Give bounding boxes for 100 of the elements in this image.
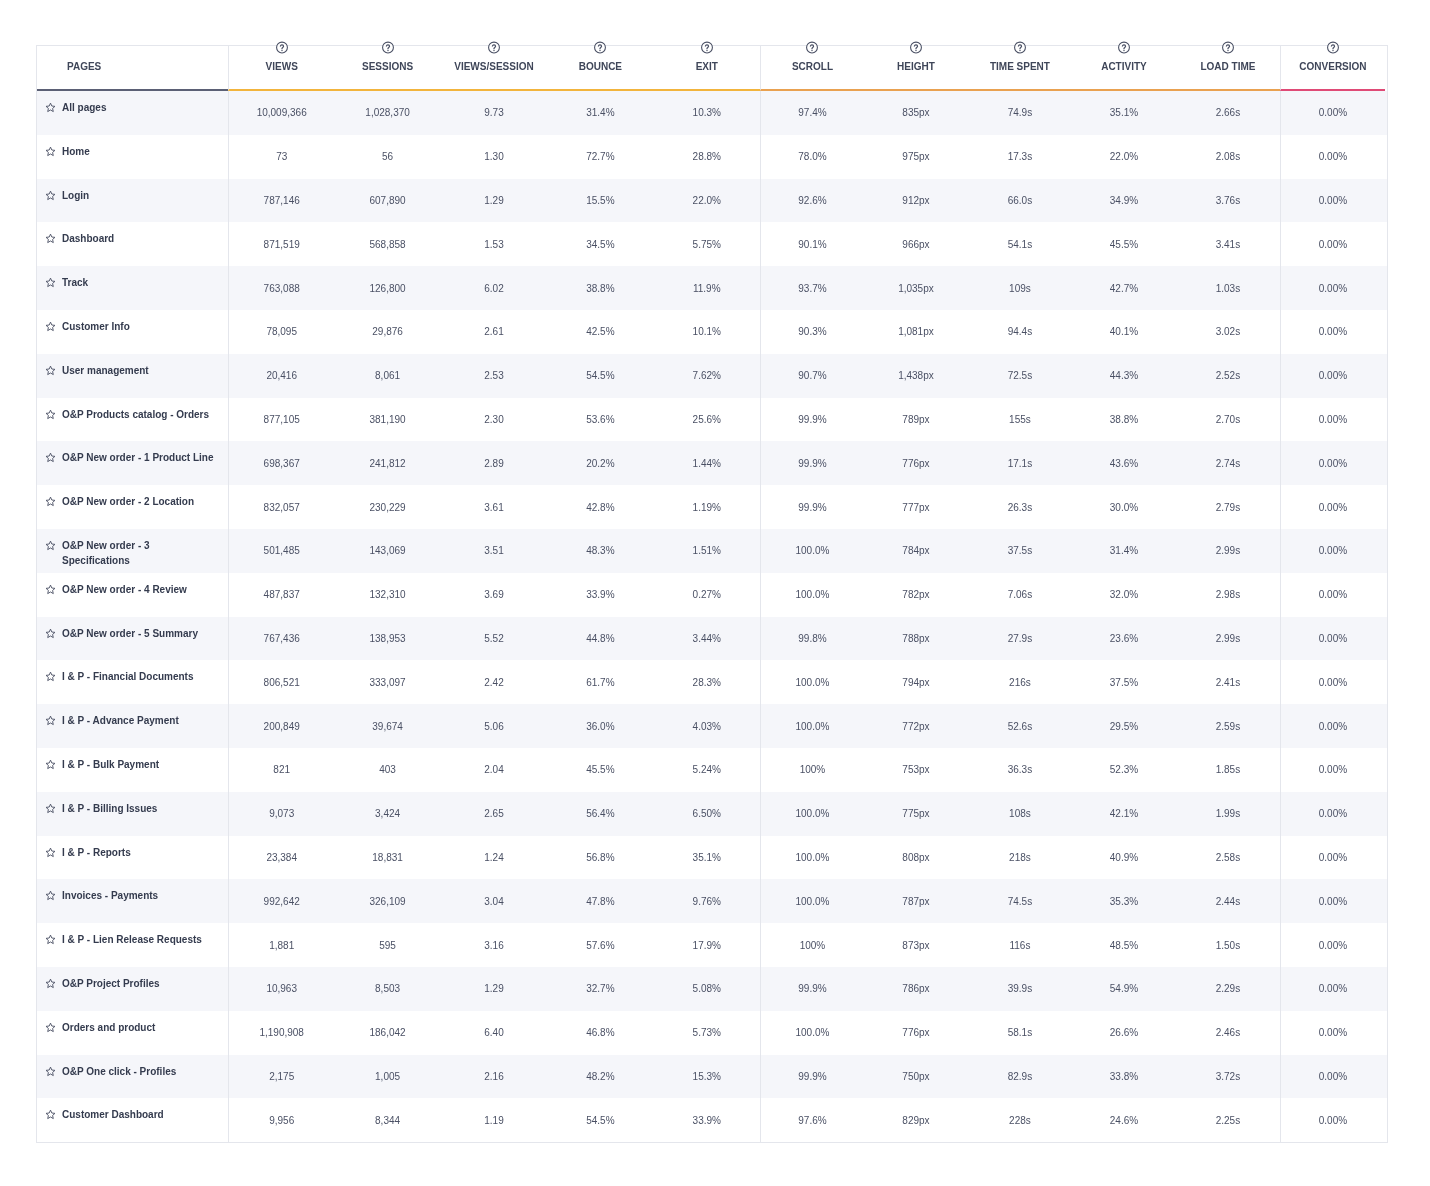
star-icon[interactable] (45, 890, 56, 902)
page-name[interactable]: I & P - Lien Release Requests (62, 932, 202, 948)
page-name[interactable]: Track (62, 275, 89, 291)
help-icon[interactable] (700, 41, 714, 54)
help-icon[interactable] (909, 41, 923, 54)
column-header[interactable]: TIME SPENT (989, 61, 1050, 72)
page-name[interactable]: User management (62, 362, 149, 378)
help-icon[interactable] (275, 41, 289, 54)
table-cell: 78,095 (266, 326, 297, 338)
column-header[interactable]: ACTIVITY (1101, 61, 1147, 72)
table-cell: 0.00% (1318, 501, 1348, 513)
star-icon[interactable] (45, 1021, 56, 1033)
table-cell: 2.70s (1215, 413, 1241, 425)
table-cell: 43.6% (1109, 457, 1139, 469)
column-header[interactable]: SESSIONS (362, 61, 414, 72)
table-cell: 53.6% (586, 413, 615, 425)
table-cell: 1,081px (898, 326, 934, 338)
table-cell: 0.00% (1318, 720, 1348, 732)
star-icon[interactable] (45, 145, 56, 157)
star-icon[interactable] (45, 1065, 56, 1077)
table-cell: 39.9s (1007, 983, 1033, 995)
star-icon[interactable] (45, 496, 56, 508)
table-cell: 72.5s (1007, 370, 1033, 382)
table-cell: 143,069 (369, 545, 406, 557)
page-name[interactable]: Dashboard (62, 231, 115, 247)
page-name[interactable]: I & P - Reports (62, 844, 131, 860)
star-icon[interactable] (45, 233, 56, 245)
help-icon[interactable] (487, 41, 501, 54)
star-icon[interactable] (45, 802, 56, 814)
column-header[interactable]: VIEWS (265, 61, 298, 72)
help-icon[interactable] (1013, 41, 1027, 54)
column-header[interactable]: EXIT (695, 61, 718, 72)
star-icon[interactable] (45, 408, 56, 420)
column-header[interactable]: PAGES (67, 61, 102, 72)
star-icon[interactable] (45, 671, 56, 683)
page-name[interactable]: Login (62, 187, 90, 203)
column-header[interactable]: SCROLL (791, 61, 833, 72)
table-cell: 34.9% (1109, 195, 1139, 206)
help-icon[interactable] (593, 41, 607, 54)
column-header[interactable]: VIEWS/SESSION (454, 61, 534, 72)
help-icon[interactable] (805, 41, 819, 54)
table-cell: 829px (902, 1114, 930, 1126)
table-cell: 2.52s (1215, 370, 1241, 382)
table-cell: 30.0% (1109, 501, 1139, 513)
help-icon[interactable] (1221, 41, 1235, 54)
star-icon[interactable] (45, 277, 56, 289)
page-name[interactable]: I & P - Advance Payment (62, 713, 179, 729)
star-icon[interactable] (45, 934, 56, 946)
page-name[interactable]: Customer Dashboard (62, 1107, 164, 1123)
star-icon[interactable] (45, 452, 56, 464)
help-icon[interactable] (1117, 41, 1131, 54)
column-header[interactable]: LOAD TIME (1200, 61, 1256, 72)
page-name[interactable]: O&P New order - 5 Summary (62, 625, 198, 641)
table-cell: 1,438px (898, 370, 934, 382)
star-icon[interactable] (45, 189, 56, 201)
column-header[interactable]: HEIGHT (897, 61, 935, 72)
table-cell: 37.5s (1007, 545, 1033, 557)
page-name[interactable]: I & P - Financial Documents (62, 669, 194, 685)
help-icon[interactable] (381, 41, 395, 54)
page-name[interactable]: Invoices - Payments (62, 888, 159, 904)
star-icon[interactable] (45, 627, 56, 639)
page-name[interactable]: All pages (62, 100, 107, 115)
table-cell: 1.53 (484, 238, 504, 250)
page-name[interactable]: O&P New order - 3 Specifications (62, 537, 220, 568)
table-cell: 82.9s (1007, 1070, 1033, 1082)
table-cell: 56 (382, 151, 394, 163)
column-header[interactable]: CONVERSION (1299, 61, 1367, 72)
star-icon[interactable] (45, 539, 56, 551)
table-cell: 0.27% (692, 589, 721, 601)
table-cell: 871,519 (263, 238, 300, 250)
table-cell: 74.5s (1007, 895, 1033, 907)
page-name[interactable]: Customer Info (62, 319, 130, 334)
star-icon[interactable] (45, 102, 56, 113)
table-cell: 155s (1009, 413, 1031, 425)
page-name[interactable]: Home (62, 143, 90, 159)
table-cell: 0.00% (1318, 632, 1348, 644)
table-cell: 186,042 (369, 1027, 406, 1039)
help-icon[interactable] (1326, 41, 1340, 54)
page-name[interactable]: I & P - Billing Issues (62, 800, 158, 816)
page-name[interactable]: O&P Project Profiles (62, 975, 160, 991)
page-name[interactable]: O&P New order - 4 Review (62, 581, 187, 597)
star-icon[interactable] (45, 1109, 56, 1121)
star-icon[interactable] (45, 758, 56, 770)
star-icon[interactable] (45, 977, 56, 989)
table-cell: 2.98s (1215, 589, 1241, 601)
star-icon[interactable] (45, 583, 56, 595)
page-name[interactable]: O&P New order - 2 Location (62, 494, 195, 510)
page-name[interactable]: Orders and product (62, 1019, 156, 1035)
star-icon[interactable] (45, 715, 56, 727)
page-name[interactable]: I & P - Bulk Payment (62, 756, 160, 772)
star-icon[interactable] (45, 321, 56, 332)
page-name[interactable]: O&P One click - Profiles (62, 1063, 177, 1079)
column-header[interactable]: BOUNCE (578, 61, 623, 72)
star-icon[interactable] (45, 364, 56, 376)
table-cell: 0.00% (1318, 282, 1348, 294)
table-cell: 23,384 (266, 851, 297, 863)
star-icon[interactable] (45, 846, 56, 858)
table-cell: 8,061 (375, 370, 401, 382)
page-name[interactable]: O&P Products catalog - Orders (62, 406, 210, 422)
page-name[interactable]: O&P New order - 1 Product Line (62, 450, 214, 466)
